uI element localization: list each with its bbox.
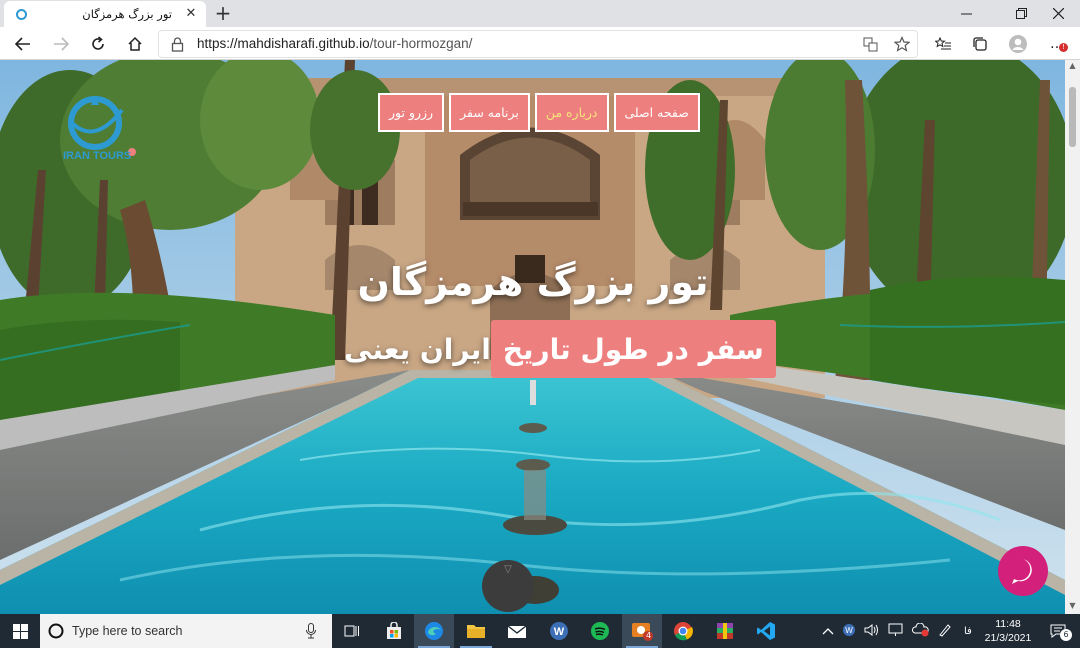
media-app-icon[interactable]: 4 xyxy=(622,614,662,648)
chat-icon xyxy=(1012,559,1032,584)
display-icon[interactable] xyxy=(888,623,904,640)
hero-subtitle-highlight: سفر در طول تاریخ xyxy=(490,320,776,378)
main-nav: رزرو تور برنامه سفر درباره من صفحه اصلی xyxy=(378,93,700,132)
chrome-icon[interactable] xyxy=(663,614,703,648)
hero-subtitle-text: ایران یعنی xyxy=(344,332,491,366)
alert-badge-icon: ! xyxy=(1059,43,1068,52)
minimize-icon[interactable] xyxy=(944,0,988,27)
svg-text:W: W xyxy=(845,626,853,635)
clock-date: 21/3/2021 xyxy=(984,632,1032,644)
address-toolbar: https://mahdisharafi.github.io/tour-horm… xyxy=(0,27,1080,60)
input-language-indicator[interactable]: فا xyxy=(964,626,972,637)
nav-menu-item[interactable]: صفحه اصلی xyxy=(613,93,700,132)
tab-close-icon[interactable]: ✕ xyxy=(184,7,198,21)
vscode-icon[interactable] xyxy=(746,614,786,648)
edge-browser-icon[interactable] xyxy=(414,614,454,648)
chat-widget-button[interactable] xyxy=(998,546,1048,596)
scrollbar-thumb[interactable] xyxy=(1069,87,1076,147)
profile-avatar-icon[interactable] xyxy=(1005,31,1031,57)
windows-taskbar: Type here to search W 4 W فا 11:48 21/3/… xyxy=(0,614,1080,648)
lock-icon xyxy=(171,37,184,56)
task-view-icon[interactable] xyxy=(332,614,372,648)
close-window-icon[interactable] xyxy=(1036,0,1080,27)
svg-text:W: W xyxy=(554,626,565,638)
windows-logo-icon xyxy=(12,623,28,639)
pen-icon[interactable] xyxy=(938,623,952,640)
hero-subtitle: سفر در طول تاریخ ایران یعنی xyxy=(336,320,776,378)
favorite-star-icon[interactable] xyxy=(893,36,911,56)
microphone-icon[interactable] xyxy=(306,623,316,643)
url-path: /tour-hormozgan/ xyxy=(369,36,473,51)
back-icon[interactable] xyxy=(10,31,36,57)
page-scrollbar[interactable]: ▲ ▼ xyxy=(1065,60,1080,614)
address-bar[interactable]: https://mahdisharafi.github.io/tour-horm… xyxy=(158,30,918,58)
refresh-icon[interactable] xyxy=(85,31,111,57)
volume-icon[interactable] xyxy=(864,623,880,640)
taskbar-search-box[interactable]: Type here to search xyxy=(40,614,332,648)
browser-tab[interactable]: تور بزرگ هرمزگان ✕ xyxy=(4,1,206,27)
home-icon[interactable] xyxy=(122,31,148,57)
translate-icon[interactable] xyxy=(863,37,878,56)
nav-menu-item[interactable]: درباره من xyxy=(534,93,609,132)
word-app-icon[interactable]: W xyxy=(539,614,579,648)
favorites-list-icon[interactable] xyxy=(930,31,956,57)
logo-text: IRAN TOURS xyxy=(63,150,132,162)
taskbar-clock[interactable]: 11:48 21/3/2021 xyxy=(980,617,1036,645)
chevron-down-icon: ▽ xyxy=(504,564,512,575)
url-domain: https://mahdisharafi.github.io xyxy=(197,36,370,51)
app-badge-count: 4 xyxy=(646,631,652,640)
favicon-icon xyxy=(14,7,28,21)
settings-more-icon[interactable]: … ! xyxy=(1044,31,1070,57)
collections-icon[interactable] xyxy=(967,31,993,57)
clock-time: 11:48 xyxy=(995,618,1021,630)
notification-center-icon[interactable]: 6 xyxy=(1040,614,1076,648)
new-tab-button[interactable]: + xyxy=(212,2,234,24)
search-placeholder: Type here to search xyxy=(72,624,183,638)
page-viewport: IRAN TOURS رزرو تور برنامه سفر درباره من صف… xyxy=(0,60,1065,614)
scroll-up-icon[interactable]: ▲ xyxy=(1065,60,1080,72)
hero-title: تور بزرگ هرمزگان xyxy=(357,260,709,304)
spotify-icon[interactable] xyxy=(580,614,620,648)
scroll-down-arrow-icon[interactable]: ▼ xyxy=(1065,600,1080,612)
scroll-down-button[interactable]: ▽ xyxy=(482,560,534,612)
cortana-circle-icon xyxy=(48,623,64,639)
system-tray: W فا xyxy=(822,614,972,648)
nav-menu-item[interactable]: برنامه سفر xyxy=(449,93,530,132)
tab-strip: تور بزرگ هرمزگان ✕ + xyxy=(0,0,1080,27)
file-explorer-icon[interactable] xyxy=(456,614,496,648)
url-text: https://mahdisharafi.github.io/tour-horm… xyxy=(197,36,472,51)
store-icon[interactable] xyxy=(374,614,414,648)
show-hidden-icons-icon[interactable] xyxy=(822,625,834,638)
onedrive-error-icon[interactable] xyxy=(911,622,930,640)
start-button[interactable] xyxy=(0,614,40,648)
tray-word-icon[interactable]: W xyxy=(842,623,856,640)
forward-icon[interactable] xyxy=(48,31,74,57)
tab-title: تور بزرگ هرمزگان xyxy=(82,7,172,21)
winrar-icon[interactable] xyxy=(705,614,745,648)
nav-menu-item[interactable]: رزرو تور xyxy=(378,93,445,132)
notification-count: 6 xyxy=(1060,629,1072,641)
mail-icon[interactable] xyxy=(497,614,537,648)
